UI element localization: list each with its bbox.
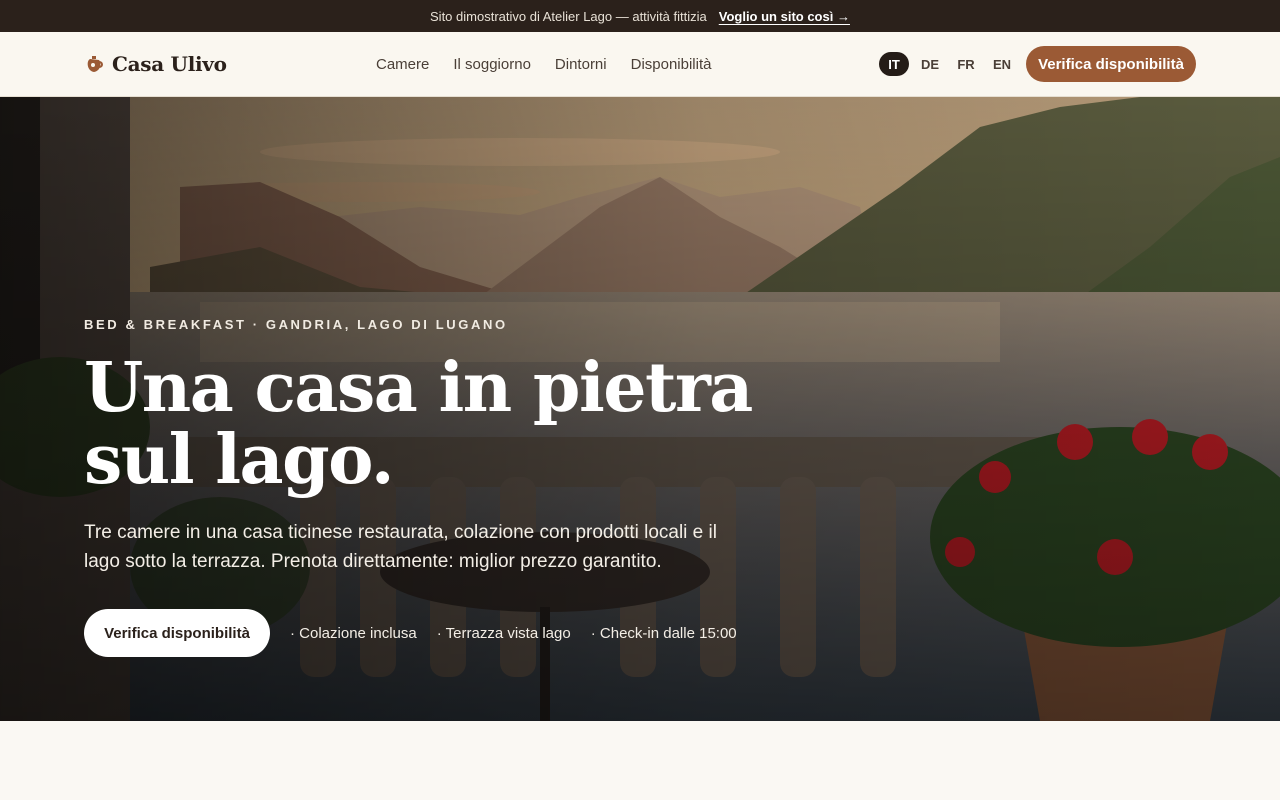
- next-section: [0, 721, 1280, 800]
- demo-banner-text: Sito dimostrativo di Atelier Lago — atti…: [430, 8, 707, 24]
- lang-de[interactable]: DE: [915, 52, 945, 76]
- nav-item-camere[interactable]: Camere: [376, 56, 429, 73]
- hero-availability-button[interactable]: Verifica disponibilità: [84, 609, 270, 657]
- demo-banner-link[interactable]: Voglio un sito così →: [719, 9, 850, 24]
- hero-eyebrow: BED & BREAKFAST · GANDRIA, LAGO DI LUGAN…: [84, 317, 508, 332]
- feature-checkin: Check-in dalle 15:00: [591, 625, 737, 642]
- site-header: Casa Ulivo Camere Il soggiorno Dintorni …: [0, 32, 1280, 97]
- demo-banner: Sito dimostrativo di Atelier Lago — atti…: [0, 0, 1280, 32]
- feature-breakfast: Colazione inclusa: [290, 625, 417, 642]
- hero-actions: Verifica disponibilità Colazione inclusa…: [84, 609, 737, 657]
- hero-title: Una casa in pietra sul lago.: [84, 348, 753, 500]
- feature-terrace: Terrazza vista lago: [437, 625, 571, 642]
- logo[interactable]: Casa Ulivo: [84, 52, 227, 76]
- lang-en[interactable]: EN: [987, 52, 1017, 76]
- main-nav: Camere Il soggiorno Dintorni Disponibili…: [376, 32, 711, 97]
- nav-item-disponibilita[interactable]: Disponibilità: [631, 56, 712, 73]
- header-availability-button[interactable]: Verifica disponibilità: [1026, 46, 1196, 82]
- lang-it[interactable]: IT: [879, 52, 909, 76]
- hero-subtitle: Tre camere in una casa ticinese restaura…: [84, 522, 717, 572]
- nav-item-soggiorno[interactable]: Il soggiorno: [453, 56, 531, 73]
- hero-content: BED & BREAKFAST · GANDRIA, LAGO DI LUGAN…: [84, 317, 804, 576]
- hero-section: BED & BREAKFAST · GANDRIA, LAGO DI LUGAN…: [0, 97, 1280, 721]
- ceramic-jug-icon: [84, 54, 104, 74]
- logo-text: Casa Ulivo: [112, 52, 227, 76]
- lang-fr[interactable]: FR: [951, 52, 981, 76]
- language-switcher: IT DE FR EN: [879, 52, 1017, 76]
- nav-item-dintorni[interactable]: Dintorni: [555, 56, 607, 73]
